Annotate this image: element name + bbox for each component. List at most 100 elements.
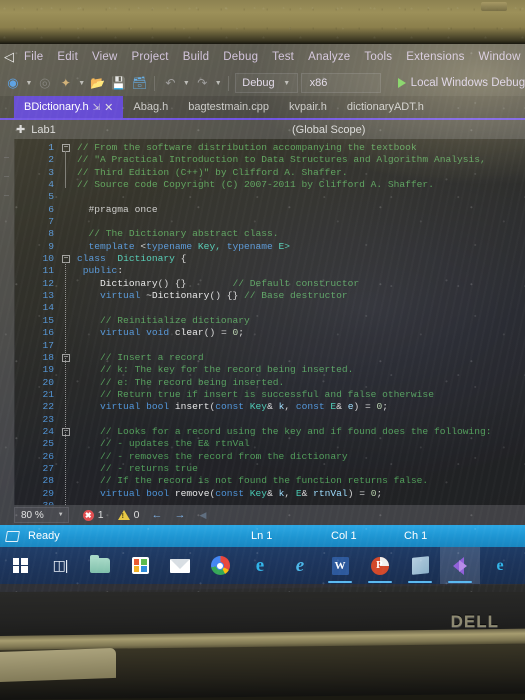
close-icon[interactable]: ✕	[104, 101, 113, 114]
internet-explorer-button[interactable]: e	[280, 547, 320, 584]
code-token: () {}	[157, 277, 233, 289]
visual-studio-button[interactable]	[440, 547, 480, 584]
line-number: 4	[48, 179, 54, 191]
code-token: virtual	[100, 487, 141, 499]
warning-count: 0	[133, 509, 140, 521]
line-number: 28	[42, 475, 54, 487]
mail-button[interactable]	[160, 547, 200, 584]
navbar-project-select[interactable]: Lab1	[31, 124, 55, 136]
code-token: &	[336, 401, 348, 413]
microsoft-store-button[interactable]	[120, 547, 160, 584]
zoom-level-select[interactable]: 80 % ▼	[14, 507, 69, 523]
code-token: const	[215, 401, 245, 413]
start-debug-button[interactable]: Local Windows Debug	[397, 77, 525, 89]
onenote-button[interactable]	[400, 547, 440, 584]
pin-icon[interactable]: ⇲	[93, 102, 101, 113]
document-tab-strip: BDictionary.h ⇲ ✕ Abag.h bagtestmain.cpp kvpa…	[0, 96, 525, 118]
menu-item-test[interactable]: Test	[265, 48, 301, 66]
redo-icon[interactable]: ↷	[193, 74, 211, 92]
previous-arrow-icon[interactable]: ←	[151, 509, 162, 521]
code-line: // Source code Copyright (C) 2007-2011 b…	[77, 179, 525, 191]
save-icon[interactable]: 💾	[110, 74, 128, 92]
code-token: const	[295, 401, 325, 413]
code-token: () =	[203, 327, 233, 339]
menu-item-analyze[interactable]: Analyze	[301, 48, 357, 66]
menu-item-view[interactable]: View	[85, 48, 125, 66]
back-arrow-icon[interactable]: ◁	[4, 49, 14, 66]
solution-configuration-select[interactable]: Debug ▼	[235, 73, 298, 93]
code-token: // Reinitialize dictionary	[100, 314, 250, 326]
save-all-icon[interactable]: 🗃	[131, 74, 149, 92]
menu-item-window[interactable]: Window	[472, 48, 525, 66]
next-arrow-icon[interactable]: →	[174, 509, 185, 521]
code-text-area[interactable]: // From the software distribution accomp…	[73, 139, 525, 505]
code-token: // The Dictionary abstract class.	[88, 228, 279, 240]
solution-configuration-value: Debug	[242, 77, 275, 89]
code-token: // "A Practical Introduction to Data Str…	[77, 154, 486, 166]
project-members-icon: ✚	[16, 124, 26, 136]
menu-item-edit[interactable]: Edit	[50, 48, 85, 66]
chrome-icon	[210, 556, 230, 575]
code-line: // - removes the record from the diction…	[77, 451, 525, 463]
solution-platform-select[interactable]: x86	[300, 73, 381, 93]
open-file-icon[interactable]: 📂	[89, 74, 107, 92]
document-tab-abag-h[interactable]: Abag.h	[123, 96, 178, 118]
menu-item-tools[interactable]: Tools	[357, 48, 399, 66]
code-token: E>	[272, 240, 291, 252]
warning-count-group[interactable]: 0	[117, 509, 140, 521]
new-item-icon[interactable]: ✦	[57, 74, 75, 92]
taskbar-overflow[interactable]: e	[480, 547, 520, 584]
code-token: // e: The record being inserted.	[100, 376, 285, 388]
undo-caret-icon[interactable]: ▼	[182, 80, 190, 87]
code-token: insert	[174, 401, 210, 413]
menu-item-debug[interactable]: Debug	[216, 48, 265, 66]
code-token: typename	[226, 240, 273, 252]
navigation-bar: ✚ Lab1 (Global Scope)	[0, 120, 525, 139]
navigate-forward-icon[interactable]: ◎	[36, 74, 54, 92]
document-tab-kvpair-h[interactable]: kvpair.h	[279, 96, 337, 118]
task-view-button[interactable]: ◫|	[40, 547, 80, 584]
line-number: 3	[48, 166, 54, 178]
word-button[interactable]: W	[320, 547, 360, 584]
powerpoint-button[interactable]	[360, 547, 400, 584]
line-number: 19	[42, 364, 54, 376]
start-button[interactable]	[0, 547, 40, 584]
menu-item-file[interactable]: File	[17, 48, 50, 66]
menu-item-extensions[interactable]: Extensions	[399, 48, 471, 66]
overflow-arrow-icon[interactable]: ◀	[199, 510, 206, 521]
code-token: () {}	[209, 290, 244, 302]
fold-toggle[interactable]: −	[59, 142, 73, 154]
line-number: 27	[42, 462, 54, 474]
menu-item-build[interactable]: Build	[176, 48, 217, 66]
code-token: virtual	[100, 401, 141, 413]
menu-item-project[interactable]: Project	[125, 48, 176, 66]
menu-items: File Edit View Project Build Debug Test Analyze…	[17, 48, 525, 66]
line-number: 25	[42, 438, 54, 450]
chrome-button[interactable]	[200, 547, 240, 584]
document-tab-bdictionary-h[interactable]: BDictionary.h ⇲ ✕	[14, 96, 124, 118]
file-explorer-button[interactable]	[80, 547, 120, 584]
navbar-scope-select[interactable]: (Global Scope)	[292, 124, 365, 136]
line-number: 18	[42, 351, 54, 363]
line-number: 29	[42, 487, 54, 499]
new-item-caret-icon[interactable]: ▼	[78, 80, 86, 87]
navigate-back-icon[interactable]: ◉	[4, 74, 22, 92]
redo-caret-icon[interactable]: ▼	[214, 80, 222, 87]
navigate-back-caret-icon[interactable]: ▼	[25, 80, 33, 87]
code-token: class	[77, 253, 106, 265]
line-number: 12	[42, 277, 54, 289]
document-tab-bagtestmain-cpp[interactable]: bagtestmain.cpp	[178, 96, 279, 118]
document-tab-dictionaryadt-h[interactable]: dictionaryADT.h	[337, 96, 434, 118]
toolbar-separator	[154, 75, 156, 91]
edge-button[interactable]: e	[240, 547, 280, 584]
undo-icon[interactable]: ↶	[161, 74, 179, 92]
code-folding-column[interactable]: − − − −	[59, 139, 73, 510]
error-count-group[interactable]: ✖ 1	[82, 509, 104, 521]
